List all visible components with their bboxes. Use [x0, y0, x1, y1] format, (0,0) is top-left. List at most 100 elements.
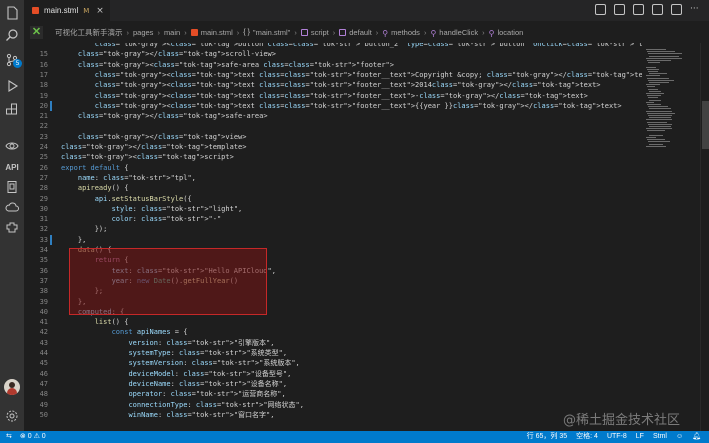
- run-debug-icon[interactable]: [0, 76, 24, 96]
- encoding[interactable]: UTF-8: [607, 431, 627, 443]
- extensions-icon[interactable]: [0, 100, 24, 120]
- breadcrumb-item-main[interactable]: main: [164, 28, 180, 37]
- minimap-line: [648, 97, 658, 99]
- code-text: class="tok-gray"><class="tok-tag">safe-a…: [77, 60, 394, 69]
- code-line[interactable]: 30 style: class="tok-str">"light",: [24, 204, 642, 214]
- code-line[interactable]: 48 operator: class="tok-str">"运营商名称",: [24, 389, 642, 399]
- api-icon[interactable]: API: [0, 157, 24, 177]
- wrench-icon: ⚲: [488, 28, 495, 38]
- code-line[interactable]: 27 name: class="tok-str">"tpl",: [24, 173, 642, 183]
- minimap-line: [646, 93, 664, 94]
- code-text: name: class="tok-str">"tpl",: [77, 173, 196, 182]
- line-number: 21: [39, 112, 48, 121]
- minimap-line: [648, 106, 668, 108]
- toggle-view-icon[interactable]: [652, 4, 663, 15]
- vertical-scrollbar[interactable]: [700, 43, 709, 431]
- code-line[interactable]: 28 apiready() {: [24, 183, 642, 193]
- code-line[interactable]: 24 class="tok-gray"></class="tok-tag">tem…: [24, 142, 642, 152]
- watermark: @稀土掘金技术社区: [563, 413, 681, 428]
- tab-close-icon[interactable]: ×: [96, 6, 104, 16]
- line-endings[interactable]: LF: [636, 431, 644, 443]
- code-line[interactable]: 46 deviceModel: class="tok-str">"设备型号",: [24, 369, 642, 379]
- indentation[interactable]: 空格: 4: [576, 431, 598, 443]
- settings-gear-icon[interactable]: [0, 406, 24, 426]
- eye-icon[interactable]: [0, 136, 24, 156]
- minimap[interactable]: [642, 43, 698, 431]
- code-line[interactable]: 22: [24, 121, 642, 131]
- code-line[interactable]: 29 api.setStatusBarStyle({: [24, 194, 642, 204]
- breadcrumb-item-methods[interactable]: methods: [391, 28, 420, 37]
- code-line[interactable]: 26 export default {: [24, 163, 642, 173]
- plugin-icon[interactable]: [0, 217, 24, 237]
- code-line[interactable]: 49 connectionType: class="tok-str">"网络状态…: [24, 400, 642, 410]
- code-line[interactable]: 23 class="tok-gray"></class="tok-tag">vi…: [24, 132, 642, 142]
- breadcrumb-item-file[interactable]: main.stml: [201, 28, 233, 37]
- breadcrumb-item-default[interactable]: default: [349, 28, 372, 37]
- cloud-icon[interactable]: [0, 197, 24, 217]
- code-line[interactable]: 47 deviceName: class="tok-str">"设备名称",: [24, 379, 642, 389]
- minimap-line: [647, 68, 659, 70]
- minimap-line: [647, 51, 675, 53]
- code-line[interactable]: 25 class="tok-gray"><class="tok-tag">scri…: [24, 152, 642, 162]
- code-line[interactable]: 33 },: [24, 234, 642, 245]
- code-line[interactable]: 41 list() {: [24, 317, 642, 327]
- html-file-icon: [32, 7, 39, 14]
- code-line[interactable]: 20 class="tok-gray"><class="tok-tag">tex…: [24, 100, 642, 112]
- code-text: class="tok-gray"></class="tok-tag">safe-…: [77, 112, 268, 121]
- split-editor-icon[interactable]: [671, 4, 682, 15]
- code-line[interactable]: 45 systemVersion: class="tok-str">"系统版本"…: [24, 358, 642, 368]
- code-line[interactable]: 15 class="tok-gray"></class="tok-tag">sc…: [24, 49, 642, 59]
- source-control-icon[interactable]: 5: [0, 50, 24, 70]
- remote-icon[interactable]: ⇆: [6, 431, 12, 443]
- tab-main-stml[interactable]: main.stml M ×: [24, 0, 110, 21]
- compare-changes-icon[interactable]: [595, 4, 606, 15]
- minimap-line: [646, 101, 654, 103]
- minimap-line: [648, 88, 658, 90]
- minimap-line: [647, 77, 669, 79]
- code-line[interactable]: 44 systemType: class="tok-str">"系统类型",: [24, 348, 642, 358]
- code-text: api.setStatusBarStyle({: [94, 194, 192, 203]
- minimap-line: [647, 121, 667, 123]
- code-line[interactable]: 18 class="tok-gray"><class="tok-tag">tex…: [24, 80, 642, 90]
- code-text: systemVersion: class="tok-str">"系统版本",: [128, 359, 300, 368]
- breadcrumb-item-script[interactable]: script: [311, 28, 329, 37]
- more-actions-icon[interactable]: ···: [690, 4, 701, 15]
- language-mode[interactable]: Stml: [653, 431, 667, 443]
- cursor-position[interactable]: 行 65，列 35: [527, 431, 567, 443]
- scrollbar-thumb[interactable]: [702, 101, 709, 149]
- api-label: API: [5, 162, 19, 172]
- line-number: 43: [39, 338, 48, 347]
- editor-actions: ···: [595, 4, 701, 15]
- code-text: list() {: [94, 318, 129, 327]
- line-number: 40: [39, 307, 48, 316]
- minimap-line: [647, 139, 665, 141]
- code-line[interactable]: 19 class="tok-gray"><class="tok-tag">tex…: [24, 91, 642, 101]
- notifications-bell-icon[interactable]: 🔔︎: [692, 431, 701, 443]
- code-line[interactable]: 42 const apiNames = {: [24, 327, 642, 337]
- code-line[interactable]: 31 color: class="tok-str">"-": [24, 214, 642, 224]
- wrench-icon: ⚲: [430, 28, 437, 38]
- problems-indicator[interactable]: ⊗ 0 ⚠ 0: [20, 431, 46, 443]
- preview-icon[interactable]: [614, 4, 625, 15]
- code-line[interactable]: 16 class="tok-gray"><class="tok-tag">saf…: [24, 60, 642, 70]
- code-text: winName: class="tok-str">"窗口名字",: [128, 410, 275, 419]
- code-line[interactable]: 21 class="tok-gray"></class="tok-tag">sa…: [24, 111, 642, 121]
- open-changes-icon[interactable]: [633, 4, 644, 15]
- code-line[interactable]: 17 class="tok-gray"><class="tok-tag">tex…: [24, 70, 642, 80]
- code-line[interactable]: 32 });: [24, 224, 642, 234]
- explorer-icon[interactable]: [0, 3, 24, 23]
- avatar[interactable]: [4, 379, 20, 395]
- code-line[interactable]: 50 winName: class="tok-str">"窗口名字",: [24, 410, 642, 420]
- breadcrumb-item-handleclick[interactable]: handleClick: [439, 28, 478, 37]
- code-line[interactable]: 43 version: class="tok-str">"引擎版本",: [24, 338, 642, 348]
- code-editor[interactable]: class="tok-gray"><class="tok-tag">button…: [24, 43, 642, 431]
- code-text: class="tok-gray"><class="tok-tag">text c…: [94, 81, 601, 90]
- breadcrumb-item-pages[interactable]: pages: [133, 28, 153, 37]
- document-icon[interactable]: [0, 177, 24, 197]
- line-number: 27: [39, 173, 48, 182]
- breadcrumb-item-module[interactable]: "main.stml": [253, 28, 290, 37]
- breadcrumb-item-location[interactable]: location: [497, 28, 523, 37]
- breadcrumb-item-project[interactable]: 可视化工具新手演示: [55, 27, 123, 38]
- search-icon[interactable]: [0, 25, 24, 45]
- feedback-icon[interactable]: ☺: [676, 431, 683, 443]
